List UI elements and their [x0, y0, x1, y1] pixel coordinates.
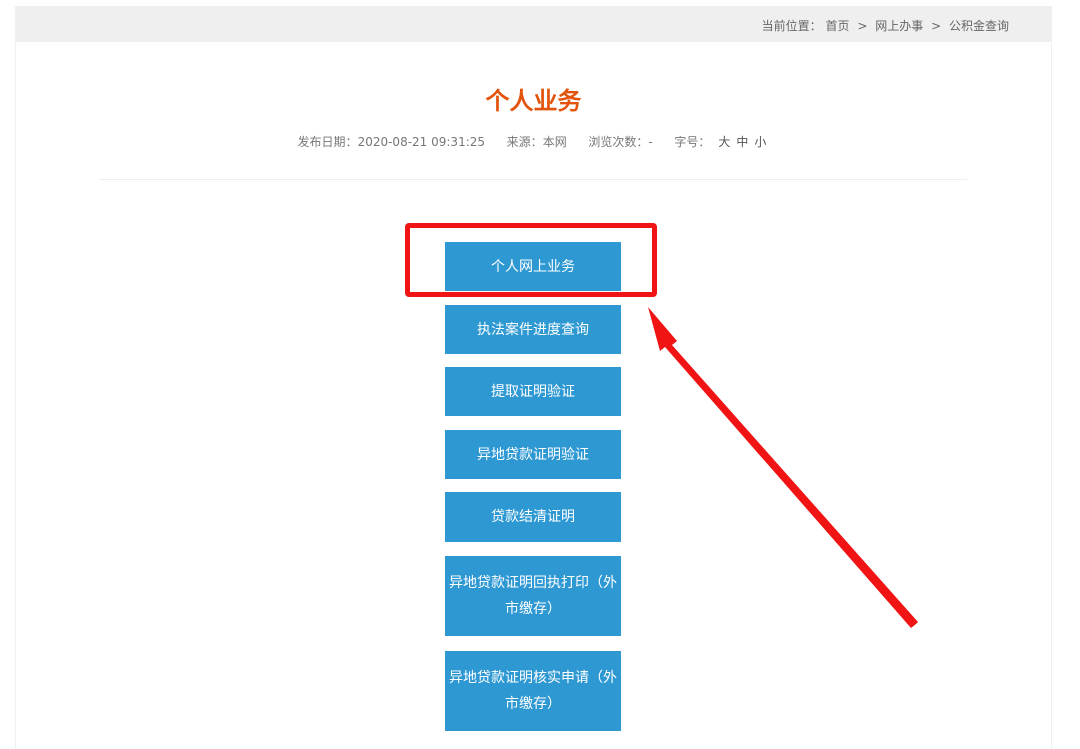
annotation-arrow — [648, 307, 918, 628]
